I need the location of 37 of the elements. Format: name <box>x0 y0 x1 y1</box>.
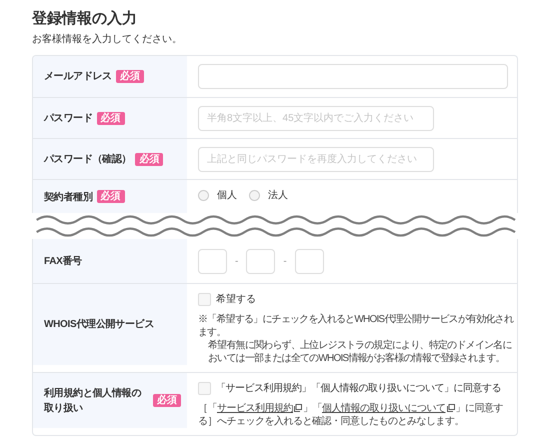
field-label: 契約者種別 <box>44 190 93 205</box>
input-field[interactable] <box>198 64 508 89</box>
note-text: ［「サービス利用規約 」「個人情報の取り扱いについて 」に同意する］へチェックを入れると確認・同意したものとみなします。 <box>198 402 504 428</box>
separator-text: - <box>283 254 287 268</box>
fax-input-field[interactable] <box>198 248 227 274</box>
separator-text: - <box>235 254 238 268</box>
radio-button[interactable] <box>249 190 260 201</box>
terms-link[interactable]: サービス利用規約 <box>217 403 303 414</box>
field-label: 利用規約と個人情報の取り扱い <box>44 386 142 416</box>
input-field[interactable]: 上記と同じパスワードを再度入力してください <box>198 146 434 172</box>
radio-label: 法人 <box>268 188 288 203</box>
external-link-icon <box>446 404 454 412</box>
radio-button[interactable] <box>198 190 209 201</box>
field-label: メールアドレス <box>44 70 112 84</box>
privacy-link[interactable]: 個人情報の取り扱いについて <box>322 403 456 414</box>
note-text: ※「希望する」にチェックを入れるとWHOIS代理公開サービスが有効化されます。 <box>198 313 515 339</box>
fax-input-field[interactable] <box>246 248 276 274</box>
checkbox[interactable] <box>198 382 211 395</box>
required-badge: 必須 <box>96 112 125 124</box>
page-title: 登録情報の入力 <box>32 10 138 28</box>
external-link-icon <box>294 404 302 412</box>
field-label: WHOIS代理公開サービス <box>44 318 154 332</box>
required-badge: 必須 <box>153 394 181 407</box>
field-label: パスワード（確認） <box>44 152 132 166</box>
input-field[interactable]: 半角8文字以上、45文字以内でご入力ください <box>198 106 434 130</box>
checkbox[interactable] <box>198 293 211 306</box>
note-text: 希望有無に関わらず、上位レジストラの規定により、特定のドメイン名においては一部または全てのWHOIS情報がお客様の情報で登録されます。 <box>207 339 513 365</box>
checkbox-label: 希望する <box>216 292 256 307</box>
radio-label: 個人 <box>217 189 237 203</box>
required-badge: 必須 <box>135 152 164 166</box>
page-subtitle: お客様情報を入力してください。 <box>32 32 183 47</box>
field-label: パスワード <box>44 112 93 126</box>
checkbox-label: 「サービス利用規約」「個人情報の取り扱いについて」に同意する <box>216 382 501 396</box>
required-badge: 必須 <box>116 70 144 83</box>
required-badge: 必須 <box>96 190 125 203</box>
field-label: FAX番号 <box>44 254 82 268</box>
fax-input-field[interactable] <box>294 248 324 274</box>
